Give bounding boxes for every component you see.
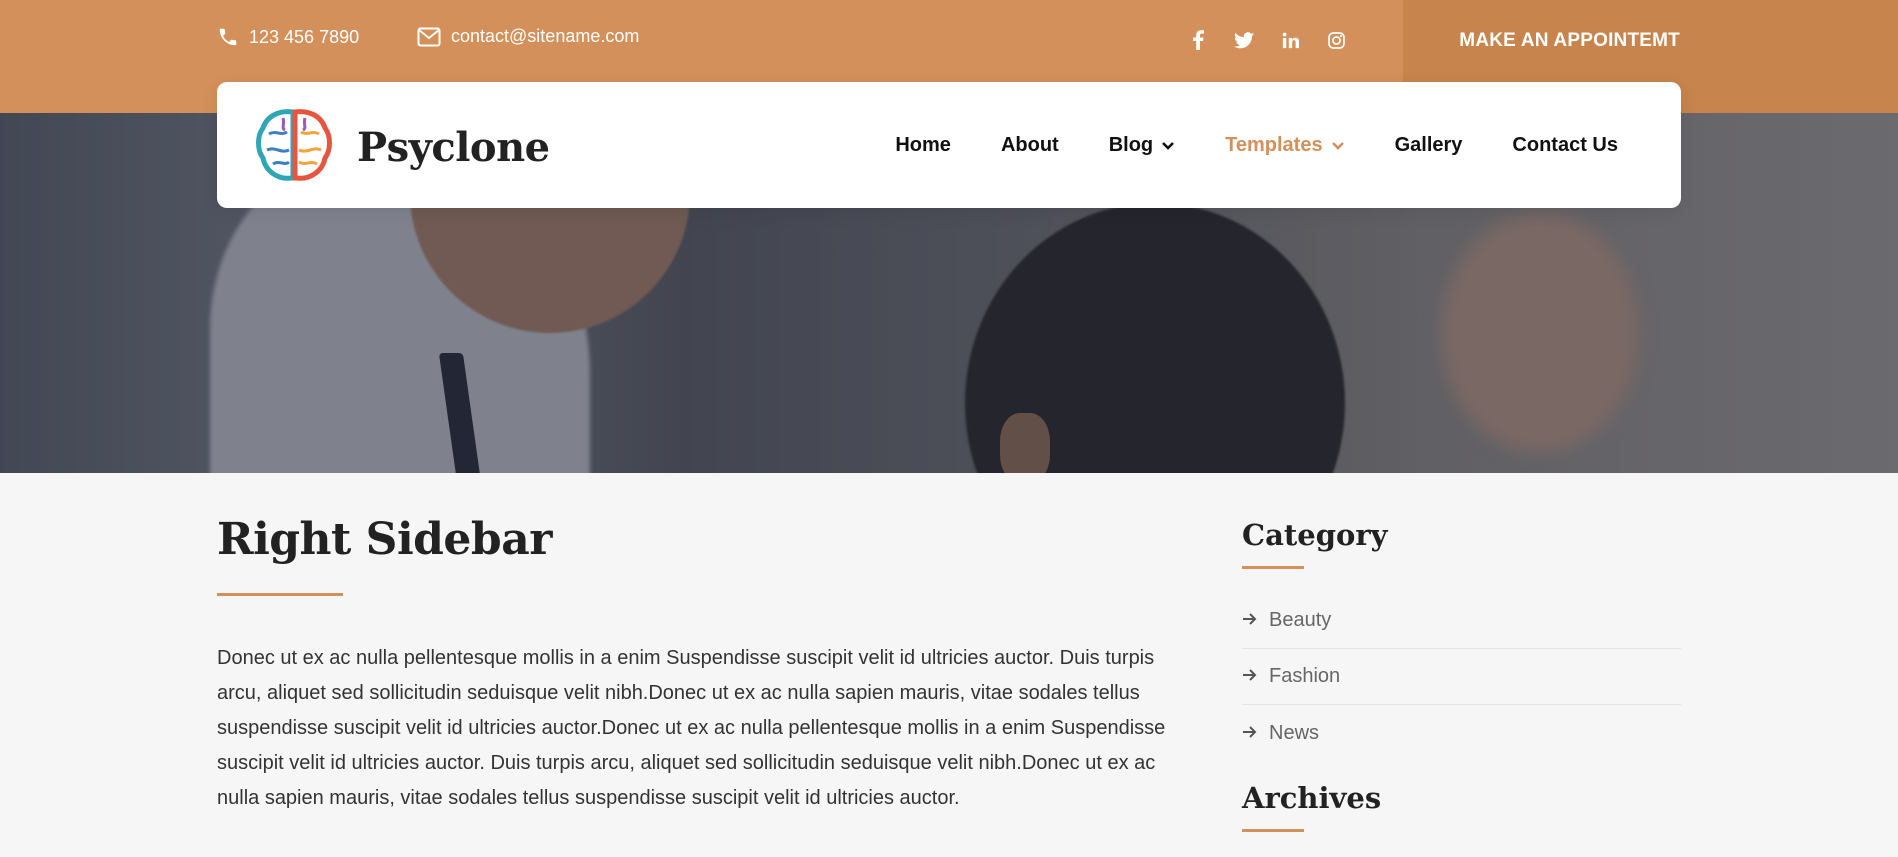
nav-about[interactable]: About — [1001, 134, 1059, 157]
category-list: Beauty Fashion News — [1242, 593, 1681, 761]
brand-name: Psyclone — [357, 124, 550, 171]
body-paragraph: Donec ut ex ac nulla pellentesque mollis… — [217, 647, 1166, 809]
category-item-fashion[interactable]: Fashion — [1242, 649, 1681, 705]
nav-about-label: About — [1000, 133, 1059, 156]
primary-menu: Home About Blog Templates Gallery Contac… — [895, 82, 1618, 208]
twitter-icon[interactable] — [1233, 28, 1255, 52]
category-item-news[interactable]: News — [1242, 705, 1681, 761]
nav-contact-us[interactable]: Contact Us — [1512, 134, 1618, 157]
title-divider — [217, 593, 343, 596]
social-links — [1187, 28, 1347, 52]
linkedin-icon[interactable] — [1279, 28, 1301, 52]
main-navbar: Psyclone Home About Blog Templates Galle… — [217, 82, 1681, 208]
arrow-right-icon — [1242, 722, 1257, 745]
email-contact[interactable]: contact@sitename.com — [417, 26, 639, 47]
nav-templates[interactable]: Templates — [1225, 134, 1344, 157]
make-appointment-button[interactable]: MAKE AN APPOINTEMT — [1403, 0, 1680, 81]
nav-contact-us-label: Contact Us — [1512, 133, 1618, 156]
nav-templates-label: Templates — [1225, 133, 1323, 156]
category-item-beauty[interactable]: Beauty — [1242, 593, 1681, 649]
envelope-icon — [417, 27, 441, 47]
nav-home-label: Home — [895, 133, 951, 156]
phone-icon — [217, 26, 239, 48]
category-label: Fashion — [1269, 665, 1341, 687]
site-logo[interactable]: Psyclone — [255, 106, 550, 189]
brain-logo-icon — [255, 106, 333, 189]
archives-divider — [1242, 829, 1304, 832]
nav-blog-label: Blog — [1108, 133, 1154, 156]
page-title: Right Sidebar — [217, 514, 552, 565]
archives-heading: Archives — [1242, 781, 1382, 815]
nav-home[interactable]: Home — [895, 134, 951, 157]
facebook-icon[interactable] — [1187, 28, 1209, 52]
arrow-right-icon — [1242, 609, 1257, 632]
category-label: Beauty — [1269, 609, 1332, 631]
email-address: contact@sitename.com — [451, 26, 640, 46]
nav-blog[interactable]: Blog — [1109, 134, 1175, 157]
nav-gallery-label: Gallery — [1394, 133, 1463, 156]
category-divider — [1242, 566, 1304, 569]
arrow-right-icon — [1242, 665, 1257, 688]
phone-contact[interactable]: 123 456 7890 — [217, 26, 359, 48]
chevron-down-icon — [1161, 134, 1175, 157]
nav-gallery[interactable]: Gallery — [1395, 134, 1463, 157]
instagram-icon[interactable] — [1325, 28, 1347, 52]
category-label: News — [1269, 721, 1320, 744]
phone-number: 123 456 7890 — [249, 26, 360, 47]
category-heading: Category — [1242, 518, 1388, 552]
chevron-down-icon — [1331, 134, 1345, 157]
